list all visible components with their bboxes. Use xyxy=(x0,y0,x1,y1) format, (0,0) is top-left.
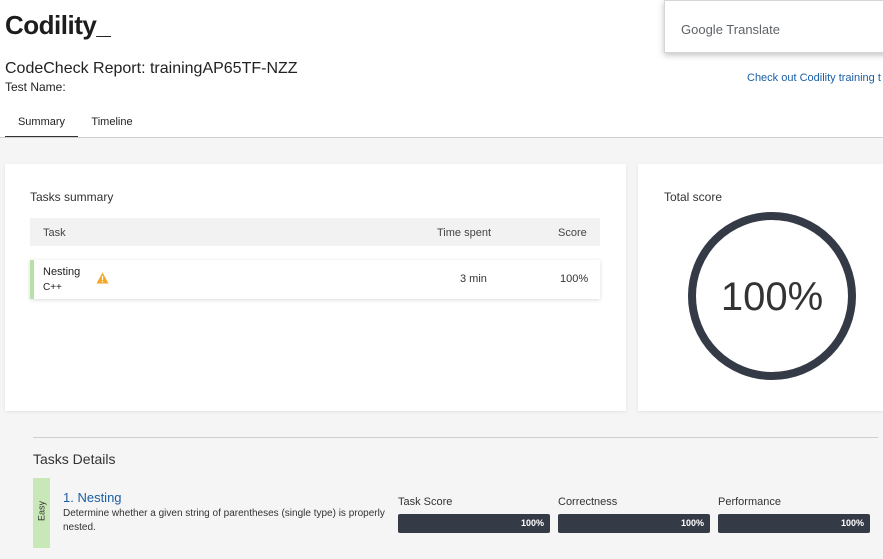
google-translate-popup[interactable]: Google Translate xyxy=(664,0,883,53)
task-score-value: 100% xyxy=(520,518,544,528)
tasks-details-title: Tasks Details xyxy=(33,451,116,467)
total-score-value: 100% xyxy=(721,275,823,319)
performance-value: 100% xyxy=(840,518,864,528)
task-score: 100% xyxy=(560,273,589,285)
performance-label: Performance xyxy=(718,496,781,508)
correctness-value: 100% xyxy=(680,518,704,528)
task-row-nesting[interactable]: Nesting C++ 3 min 100% xyxy=(30,260,600,299)
performance-bar: 100% xyxy=(718,514,870,533)
column-header-time-spent: Time spent xyxy=(437,227,492,239)
task-score-bar: 100% xyxy=(398,514,550,533)
tab-summary[interactable]: Summary xyxy=(5,108,78,138)
task-score-label: Task Score xyxy=(398,496,453,508)
total-score-card: Total score 100% xyxy=(638,164,883,411)
training-link[interactable]: Check out Codility training t xyxy=(747,72,881,84)
tabs-divider xyxy=(0,137,883,138)
tasks-summary-card: Tasks summary Task Time spent Score Nest… xyxy=(5,164,626,411)
tasks-summary-title: Tasks summary xyxy=(30,190,114,204)
task-name: Nesting xyxy=(43,266,81,278)
google-translate-label: Google Translate xyxy=(681,22,781,37)
tab-timeline[interactable]: Timeline xyxy=(85,108,139,138)
total-score-ring: 100% xyxy=(688,212,856,380)
difficulty-label: Easy xyxy=(36,501,47,522)
correctness-label: Correctness xyxy=(558,496,618,508)
task-detail-title[interactable]: 1. Nesting xyxy=(63,490,122,505)
column-header-score: Score xyxy=(558,227,587,239)
tasks-table-header: Task Time spent Score xyxy=(30,218,600,246)
task-detail-description: Determine whether a given string of pare… xyxy=(63,508,385,533)
warning-icon[interactable] xyxy=(96,272,109,284)
task-language: C++ xyxy=(43,282,62,293)
total-score-title: Total score xyxy=(664,190,723,204)
page-title: CodeCheck Report: trainingAP65TF-NZZ xyxy=(5,60,298,77)
column-header-task: Task xyxy=(43,227,66,239)
test-name-label: Test Name: xyxy=(5,80,66,94)
details-divider xyxy=(33,437,878,438)
codility-logo[interactable]: Codility_ xyxy=(5,10,111,41)
correctness-bar: 100% xyxy=(558,514,710,533)
task-time-spent: 3 min xyxy=(460,273,487,285)
difficulty-badge: Easy xyxy=(33,478,50,548)
